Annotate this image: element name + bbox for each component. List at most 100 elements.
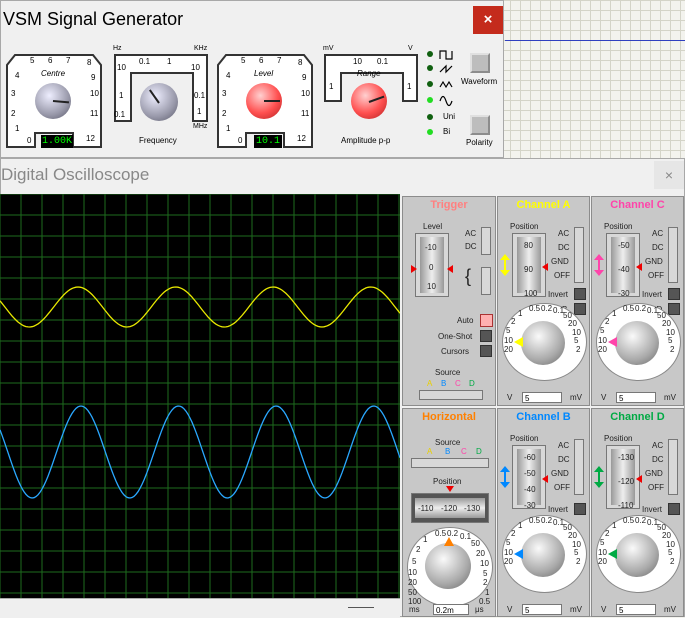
centre-tick: 0	[27, 136, 32, 145]
channel-b-gnd-label: GND	[551, 469, 569, 478]
channel-b-dial-tick: 0.5	[529, 516, 541, 525]
horizontal-dial-tick: 5	[483, 569, 488, 578]
polarity-label: Polarity	[466, 138, 493, 147]
channel-c-dial-tick: 0.5	[623, 304, 635, 313]
channel-a-position-marker-icon	[542, 263, 548, 271]
freq-tick: 1	[119, 91, 124, 100]
horizontal-tick: -120	[441, 504, 458, 513]
channel-d-dial-tick: 20	[662, 531, 671, 540]
level-control: Level 5 6 7 8 4 9 3 10 2 11 1 0 12 10.1	[216, 53, 314, 149]
uni-led	[427, 114, 433, 120]
channel-c-dc-label: DC	[652, 243, 664, 252]
channel-a-unit-v: V	[507, 393, 513, 402]
horizontal-dial-tick: 20	[476, 549, 485, 558]
channel-a-invert-button[interactable]	[574, 288, 586, 300]
horizontal-dial-tick: 5	[412, 557, 417, 566]
channel-d-coupling-switch[interactable]	[668, 439, 678, 495]
channel-b-invert-button[interactable]	[574, 503, 586, 515]
channel-a-panel: Channel A Position 80 90 100 AC DC GND OFF…	[497, 196, 590, 406]
trace-a	[0, 286, 400, 328]
channel-c-combine-button[interactable]	[668, 303, 680, 315]
channel-d-volts-knob[interactable]	[615, 533, 659, 577]
channel-d-invert-button[interactable]	[668, 503, 680, 515]
freq-tick: 10	[191, 63, 200, 72]
trigger-one-shot-label: One-Shot	[438, 332, 473, 341]
horizontal-source-c: C	[461, 447, 467, 456]
channel-a-position-tick: 80	[524, 241, 533, 250]
screen-bottom-strip	[0, 598, 400, 618]
channel-d-dial-tick: 2	[670, 557, 675, 566]
channel-c-position-tick: -30	[618, 289, 630, 298]
channel-c-unit-mv: mV	[664, 393, 676, 402]
level-tick: 1	[226, 124, 231, 133]
bi-label: Bi	[443, 127, 451, 136]
trace-b	[0, 405, 400, 499]
channel-b-volts-input[interactable]: 5	[522, 604, 562, 615]
horizontal-tick: -130	[464, 504, 481, 513]
channel-b-dial-tick: 5	[574, 548, 579, 557]
signal-generator-window: VSM Signal Generator × Centre 5 6 7 8 4 …	[0, 0, 504, 158]
channel-d-position-marker-icon	[636, 475, 642, 483]
channel-d-position-label: Position	[604, 434, 633, 443]
channel-a-volts-input[interactable]: 5	[522, 392, 562, 403]
polarity-button[interactable]	[470, 115, 490, 135]
freq-tick: 1	[167, 57, 172, 66]
channel-d-gnd-label: GND	[645, 469, 663, 478]
square-wave-icon	[439, 50, 453, 60]
horizontal-timebase-knob[interactable]	[425, 543, 471, 589]
oscilloscope-close-button[interactable]: ×	[654, 161, 684, 189]
trigger-edge-switch[interactable]	[481, 267, 491, 295]
freq-tick: 10	[117, 63, 126, 72]
channel-a-combine-button[interactable]	[574, 303, 586, 315]
channel-c-dial-tick: 5	[600, 326, 605, 335]
trigger-tick: 0	[429, 263, 434, 272]
channel-c-coupling-switch[interactable]	[668, 227, 678, 283]
channel-d-position-slider[interactable]: -130 -120 -110	[606, 445, 640, 510]
channel-d-dial-tick: 2	[605, 529, 610, 538]
trigger-auto-button[interactable]	[480, 314, 493, 327]
trigger-cursors-button[interactable]	[480, 345, 492, 357]
freq-tick: 0.1	[139, 57, 151, 66]
horizontal-unit-ms: ms	[409, 605, 420, 614]
channel-c-volts-input[interactable]: 5	[616, 392, 656, 403]
channel-b-dial-tick: 1	[518, 521, 523, 530]
channel-c-invert-button[interactable]	[668, 288, 680, 300]
trigger-one-shot-button[interactable]	[480, 330, 492, 342]
trigger-marker-left-icon	[411, 265, 417, 273]
channel-d-invert-label: Invert	[642, 505, 663, 514]
horizontal-position-slider[interactable]: -110 -120 -130	[411, 493, 489, 523]
channel-c-invert-label: Invert	[642, 290, 663, 299]
trigger-source-slider[interactable]	[419, 390, 483, 400]
channel-d-volts-input[interactable]: 5	[616, 604, 656, 615]
channel-b-volts-knob[interactable]	[521, 533, 565, 577]
trigger-source-c: C	[455, 379, 461, 388]
signal-generator-close-button[interactable]: ×	[473, 6, 503, 34]
channel-b-coupling-switch[interactable]	[574, 439, 584, 495]
channel-b-position-slider[interactable]: -60 -50 -40 -30	[512, 445, 546, 510]
channel-a-position-slider[interactable]: 80 90 100	[512, 233, 546, 298]
channel-a-ac-label: AC	[558, 229, 570, 238]
trigger-coupling-switch[interactable]	[481, 227, 491, 255]
amplitude-range-label: Range	[357, 69, 381, 78]
waveform-button[interactable]	[470, 53, 490, 73]
channel-a-position-arrow-icon	[500, 254, 510, 276]
horizontal-dial-tick: 10	[480, 559, 489, 568]
channel-a-coupling-switch[interactable]	[574, 227, 584, 283]
trigger-level-slider[interactable]: -10 0 10	[415, 233, 449, 297]
horizontal-timebase-input[interactable]: 0.2m	[433, 604, 469, 615]
channel-b-position-label: Position	[510, 434, 539, 443]
centre-tick: 10	[90, 89, 99, 98]
channel-a-volts-knob[interactable]	[521, 321, 565, 365]
channel-d-unit-mv: mV	[664, 605, 676, 614]
channel-b-dial-tick: 20	[504, 557, 513, 566]
channel-c-dial-tick: 2	[605, 317, 610, 326]
channel-a-position-tick: 90	[524, 265, 533, 274]
centre-label: Centre	[41, 69, 66, 78]
channel-c-volts-knob[interactable]	[615, 321, 659, 365]
horizontal-source-slider[interactable]	[411, 458, 489, 468]
amp-tick: 10	[353, 57, 362, 66]
channel-d-dc-label: DC	[652, 455, 664, 464]
channel-c-position-slider[interactable]: -50 -40 -30	[606, 233, 640, 298]
channel-c-dial-tick: 20	[598, 345, 607, 354]
waveform-led-sine	[427, 97, 433, 103]
